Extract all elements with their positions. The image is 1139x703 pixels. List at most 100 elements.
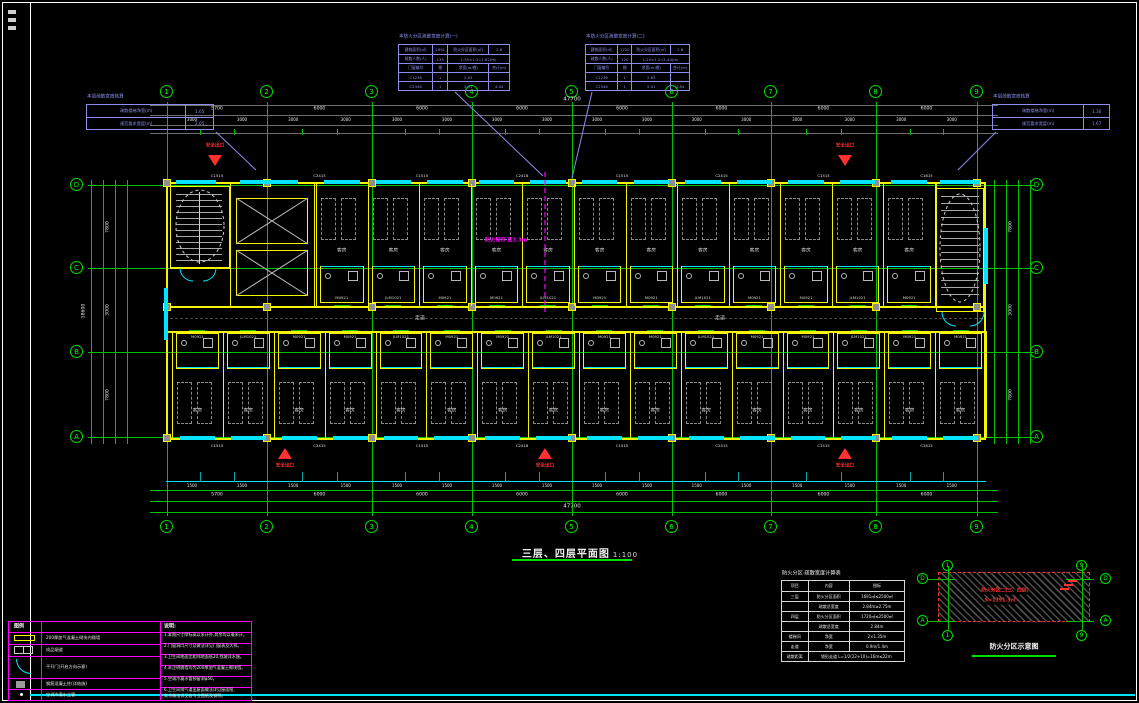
door-threshold (953, 330, 969, 331)
legend-grid (8, 644, 160, 645)
dim-text-bay-top: 3000 (741, 118, 751, 122)
dim-tick (572, 122, 573, 129)
dim-tick (910, 129, 911, 135)
dim-text-bay-bottom: 1500 (442, 484, 452, 488)
partition-wall-top (883, 184, 884, 306)
bed (754, 198, 769, 240)
dim-tick (112, 185, 119, 186)
legend-note: 2.门窗洞口尺寸及做法详见门窗表及大样。 (164, 644, 242, 648)
calc-table-1-cell: 建筑面积(㎡) (399, 45, 432, 54)
dim-text-bay-top: 3000 (442, 118, 452, 122)
dim-text-span-top: 6000 (314, 108, 326, 113)
partition-wall-bottom (426, 331, 427, 438)
partition-wall-bottom (884, 331, 885, 438)
fire-area-table-cell: 2.84m≥2.75m (849, 602, 904, 611)
stair-tread (941, 203, 979, 204)
schematic-title: 防火分区示意图 (990, 644, 1039, 651)
bathroom-sill (177, 367, 218, 368)
calc-table-2-cell: 2.01 (631, 82, 670, 90)
structural-column (263, 303, 271, 311)
exterior-window (427, 180, 463, 184)
exterior-window (324, 180, 360, 184)
bathroom-sill (686, 367, 727, 368)
bed (940, 382, 955, 424)
shower-fixture (451, 271, 461, 281)
bed (496, 198, 511, 240)
calc-table-2-cell: 樘 (617, 64, 631, 72)
room-label: 客房 (698, 250, 708, 255)
dim-tick (100, 352, 107, 353)
room-label: 客房 (752, 410, 762, 415)
bathroom-sill (579, 266, 621, 267)
dim-tick (124, 185, 131, 186)
shower-fixture (657, 271, 667, 281)
dim-tick (1003, 437, 1010, 438)
dim-text-span-bottom: 6000 (416, 494, 428, 499)
exit-marker-label: 安全出口 (276, 465, 294, 470)
bathroom-sill (533, 367, 574, 368)
width-table-right-cell: 疏散楼梯净宽(m) (993, 105, 1083, 117)
room-label: 客房 (595, 250, 605, 255)
shower-fixture (915, 271, 925, 281)
door-threshold (189, 330, 205, 331)
calc-table-2-cell: 120 (617, 55, 631, 63)
grid-bubble-top: 7 (764, 85, 777, 98)
legend-note: 6.卫生间排气道出屋面做法详见屋面图, (164, 688, 235, 692)
dim-tick (100, 268, 107, 269)
dim-tick (991, 437, 998, 438)
bed (579, 198, 594, 240)
dim-text-span-left: 7800 (107, 389, 112, 401)
dim-line-top (150, 115, 998, 116)
dim-text-span-bottom: 6000 (516, 494, 528, 499)
bed (788, 382, 803, 424)
calc-table-2-row: C123612.83 (586, 72, 689, 81)
grid-bubble-bottom: 8 (869, 520, 882, 533)
dim-text-bay-bottom: 1500 (187, 484, 197, 488)
exterior-window (737, 180, 773, 184)
dim-tick (943, 472, 944, 482)
exterior-window (791, 436, 826, 440)
door-threshold (901, 305, 917, 306)
bed (737, 382, 752, 424)
dim-tick (267, 130, 268, 137)
structural-column (767, 303, 775, 311)
bed (908, 198, 923, 240)
window-code-top: C1515 (416, 174, 428, 178)
toilet-fixture (588, 340, 594, 346)
exterior-window (638, 436, 673, 440)
door-code: JLM1021 (545, 335, 561, 339)
bed (651, 198, 666, 240)
bed (533, 382, 548, 424)
door-code: M0921 (593, 296, 606, 300)
plan-title-underline (512, 559, 632, 561)
door-threshold (393, 330, 409, 331)
bathroom-sill (837, 266, 879, 267)
dim-tick (841, 129, 842, 135)
room-label: 客房 (549, 410, 559, 415)
stair-left (170, 186, 230, 268)
core-wall (230, 184, 231, 306)
exit-marker-triangle (838, 448, 852, 459)
grid-bubble-bottom: 3 (365, 520, 378, 533)
toilet-fixture (841, 273, 847, 279)
dim-tick (124, 268, 131, 269)
bed (321, 198, 336, 240)
dim-text-bay-bottom: 1500 (392, 484, 402, 488)
bathroom-sill (321, 266, 363, 267)
exterior-window (984, 228, 988, 284)
legend-symbol-column (16, 681, 25, 688)
bed (197, 382, 212, 424)
partition-wall-bottom (579, 331, 580, 438)
dim-tick (372, 130, 373, 137)
fire-area-table-row: 三层防火分区面积1691㎡≤2500㎡ (782, 591, 904, 601)
exterior-window (176, 180, 216, 184)
bathroom-sill (635, 367, 676, 368)
door-code: JLM1021 (698, 335, 714, 339)
toilet-fixture (385, 340, 391, 346)
door-threshold (495, 330, 511, 331)
calc-table-2-cell: 门窗编号 (586, 64, 617, 72)
window-code-bottom: C2415 (715, 444, 727, 448)
dim-tick (100, 185, 107, 186)
calc-table-1-cell: 樘 (432, 64, 447, 72)
bathroom-sill (889, 367, 930, 368)
